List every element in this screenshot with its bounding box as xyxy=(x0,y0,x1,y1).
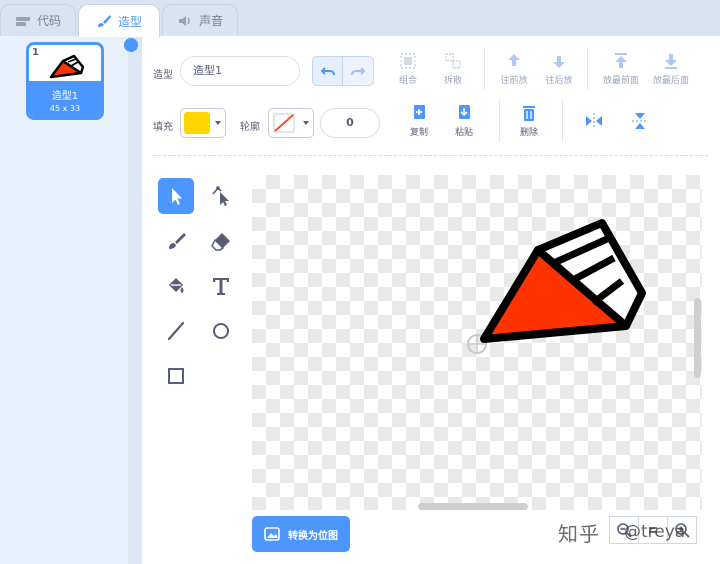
fill-color-swatch xyxy=(184,112,210,134)
paste-icon xyxy=(459,105,470,119)
chevron-down-icon xyxy=(303,121,309,125)
costume-item-1[interactable]: 1 造型1 45 x 33 xyxy=(26,42,104,120)
forward-icon xyxy=(508,54,520,66)
forward-label: 往前放 xyxy=(500,76,528,86)
brush-tool[interactable] xyxy=(158,223,194,259)
tab-sounds[interactable]: 声音 xyxy=(162,4,238,36)
tab-costumes-label: 造型 xyxy=(117,14,142,29)
backward-icon xyxy=(553,56,565,68)
line-icon xyxy=(167,321,185,341)
undo-icon xyxy=(320,67,335,76)
toolbar-divider xyxy=(153,155,708,156)
convert-to-bitmap-button[interactable]: 转换为位图 xyxy=(252,516,350,552)
undo-redo-group xyxy=(312,56,374,86)
code-icon xyxy=(15,16,30,26)
group-icon xyxy=(400,53,416,69)
delete-button[interactable]: 删除 xyxy=(514,104,544,138)
no-color-icon xyxy=(273,113,295,133)
toolbar-separator xyxy=(562,100,563,142)
costume-thumbnail xyxy=(49,54,85,79)
flip-vertical-button[interactable] xyxy=(629,112,651,133)
costume-number: 1 xyxy=(32,47,39,58)
circle-icon xyxy=(213,323,229,339)
image-icon xyxy=(264,527,280,541)
toolbar-separator xyxy=(587,48,588,90)
flip-vertical-icon xyxy=(632,113,648,129)
redo-icon xyxy=(351,67,365,76)
reshape-icon xyxy=(212,186,229,206)
outline-label: 轮廓 xyxy=(240,122,260,133)
back-icon xyxy=(665,54,677,69)
costume-name-label: 造型 xyxy=(153,70,173,81)
toolbar-separator xyxy=(484,48,485,90)
costume-name-input[interactable]: 造型1 xyxy=(180,56,300,86)
copy-label: 复制 xyxy=(409,128,428,138)
circle-tool[interactable] xyxy=(203,313,239,349)
flip-horizontal-button[interactable] xyxy=(583,112,605,133)
brush-icon xyxy=(97,15,111,27)
costume-name: 造型1 xyxy=(51,91,79,102)
fill-color-picker[interactable] xyxy=(180,108,226,138)
undo-button[interactable] xyxy=(312,56,343,86)
paint-canvas[interactable] xyxy=(252,175,702,510)
front-icon xyxy=(615,53,627,68)
fill-label: 填充 xyxy=(153,122,173,133)
paste-label: 粘贴 xyxy=(454,128,473,138)
tab-code[interactable]: 代码 xyxy=(0,4,76,36)
text-icon xyxy=(213,278,229,295)
copy-button[interactable]: 复制 xyxy=(404,104,434,138)
watermark-user: @treya xyxy=(624,522,686,542)
tab-sounds-label: 声音 xyxy=(198,14,223,28)
reshape-tool[interactable] xyxy=(203,178,239,214)
tab-code-label: 代码 xyxy=(36,14,61,28)
redo-button[interactable] xyxy=(343,56,374,86)
canvas-horizontal-scrollbar[interactable] xyxy=(418,503,528,510)
costume-delete-button[interactable] xyxy=(124,38,138,52)
forward-button[interactable]: 往前放 xyxy=(496,52,532,86)
front-button[interactable]: 放最前面 xyxy=(598,52,644,86)
select-tool[interactable] xyxy=(158,178,194,214)
convert-to-bitmap-label: 转换为位图 xyxy=(288,530,338,542)
flip-horizontal-icon xyxy=(586,113,602,129)
costume-info: 造型1 45 x 33 xyxy=(29,81,101,117)
paint-bucket-icon xyxy=(169,278,184,293)
trash-icon xyxy=(523,106,535,121)
delete-label: 删除 xyxy=(519,128,538,138)
brush-icon xyxy=(169,233,186,249)
back-label: 放最后面 xyxy=(652,76,689,86)
rectangle-icon xyxy=(168,368,184,384)
outline-width-input[interactable]: 0 xyxy=(320,108,380,138)
ungroup-icon xyxy=(445,53,461,69)
tab-costumes[interactable]: 造型 xyxy=(78,4,160,37)
group-button[interactable]: 组合 xyxy=(393,52,423,86)
eraser-icon xyxy=(211,233,230,251)
line-tool[interactable] xyxy=(158,313,194,349)
costume-list-scrollbar[interactable] xyxy=(128,36,142,564)
backward-label: 往后放 xyxy=(545,76,573,86)
ungroup-button[interactable]: 拆散 xyxy=(438,52,468,86)
group-label: 组合 xyxy=(398,76,417,86)
watermark-brand: 知乎 xyxy=(558,522,600,546)
canvas-vertical-scrollbar[interactable] xyxy=(694,298,701,378)
ungroup-label: 拆散 xyxy=(443,76,462,86)
costume-artwork[interactable] xyxy=(252,175,702,510)
front-label: 放最前面 xyxy=(602,76,639,86)
editor-tabs: 代码 造型 声音 xyxy=(0,0,720,37)
paste-button[interactable]: 粘贴 xyxy=(449,104,479,138)
eraser-tool[interactable] xyxy=(203,223,239,259)
copy-icon xyxy=(414,105,425,119)
rectangle-tool[interactable] xyxy=(158,358,194,394)
costume-size: 45 x 33 xyxy=(49,104,81,113)
arrow-pointer-icon xyxy=(172,188,182,205)
backward-button[interactable]: 往后放 xyxy=(541,52,577,86)
chevron-down-icon xyxy=(215,121,221,125)
toolbar-separator xyxy=(499,100,500,142)
speaker-icon xyxy=(178,15,190,26)
back-button[interactable]: 放最后面 xyxy=(648,52,694,86)
outline-color-picker[interactable] xyxy=(268,108,314,138)
text-tool[interactable] xyxy=(203,268,239,304)
fill-tool[interactable] xyxy=(158,268,194,304)
